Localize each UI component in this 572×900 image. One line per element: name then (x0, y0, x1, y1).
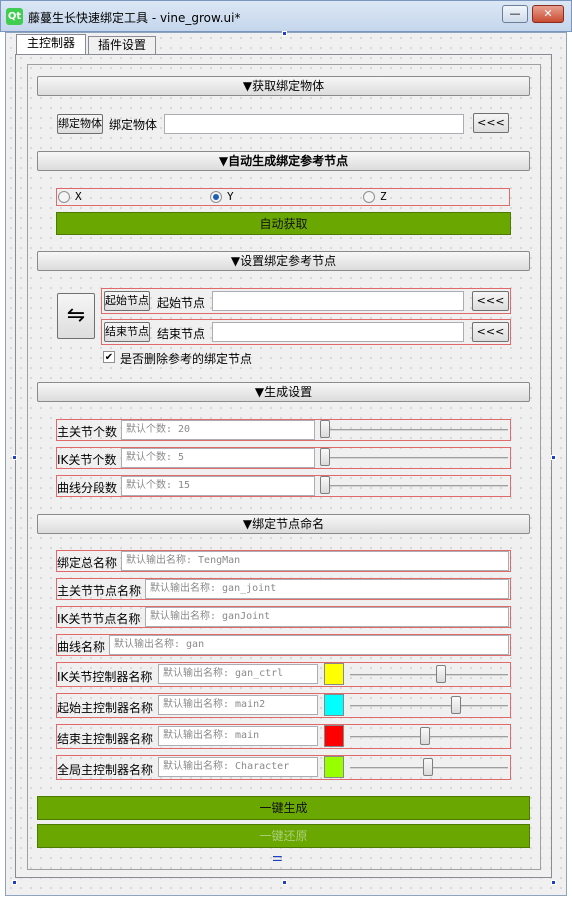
gen-row-label: 曲线分段数 (57, 481, 118, 495)
bind-object-input[interactable] (164, 114, 464, 134)
section-gen-settings-header[interactable]: ▼生成设置 (37, 382, 530, 402)
end-node-input[interactable] (212, 322, 464, 342)
end-node-button[interactable]: 结束节点 (104, 322, 150, 342)
gen-row-slider-handle[interactable] (320, 476, 330, 494)
ctrl-color-swatch[interactable] (324, 756, 344, 778)
gen-row-slider-track[interactable] (322, 457, 508, 459)
delete-ref-label: 是否删除参考的绑定节点 (120, 352, 253, 366)
generate-button[interactable]: 一键生成 (37, 796, 530, 820)
window-title: 藤蔓生长快速绑定工具 - vine_grow.ui* (28, 11, 241, 25)
ctrl-slider-handle[interactable] (450, 696, 461, 714)
tab-plugin-settings[interactable]: 插件设置 (88, 36, 156, 54)
naming-row-input[interactable]: 默认输出名称: TengMan (121, 551, 509, 571)
close-button[interactable]: ✕ (532, 5, 564, 23)
qt-logo-icon: Qt (6, 8, 23, 25)
resize-handle-right[interactable] (551, 455, 556, 460)
start-node-input[interactable] (212, 291, 464, 311)
bind-object-pick-button[interactable]: <<< (473, 113, 509, 133)
ctrl-row-label: 结束主控制器名称 (57, 732, 154, 746)
ctrl-row-input[interactable]: 默认输出名称: gan_ctrl (158, 664, 318, 684)
naming-row-label: 曲线名称 (57, 640, 106, 654)
ctrl-row-label: IK关节控制器名称 (57, 670, 153, 684)
section-naming-header[interactable]: ▼绑定节点命名 (37, 514, 530, 534)
gen-row-input[interactable]: 默认个数: 15 (121, 476, 315, 496)
ctrl-color-swatch[interactable] (324, 694, 344, 716)
naming-row-input[interactable]: 默认输出名称: gan_joint (145, 579, 509, 599)
ctrl-row-input[interactable]: 默认输出名称: Character (158, 757, 318, 777)
resize-handle-bottom[interactable] (282, 880, 287, 885)
ctrl-slider-handle[interactable] (435, 665, 446, 683)
start-node-label: 起始节点 (157, 296, 206, 310)
resize-handle-left[interactable] (12, 455, 17, 460)
gen-row-input[interactable]: 默认个数: 5 (121, 448, 315, 468)
axis-y-radio[interactable] (210, 191, 222, 203)
gen-row-label: IK关节个数 (57, 453, 117, 467)
resize-handle-top[interactable] (282, 31, 287, 36)
naming-row-input[interactable]: 默认输出名称: ganJoint (145, 607, 509, 627)
axis-z-label: Z (380, 190, 387, 203)
gen-row-slider-track[interactable] (322, 429, 508, 431)
gen-row-slider-track[interactable] (322, 485, 508, 487)
bind-object-label: 绑定物体 (109, 118, 158, 132)
resize-handle-bottom-left[interactable] (12, 880, 17, 885)
ctrl-row-label: 起始主控制器名称 (57, 701, 154, 715)
swap-icon[interactable]: ⇋ (57, 293, 95, 339)
tab-main-controller[interactable]: 主控制器 (16, 34, 86, 55)
minimize-button[interactable]: — (502, 5, 528, 23)
ctrl-slider-track[interactable] (350, 674, 508, 676)
section-auto-ref-header[interactable]: ▼自动生成绑定参考节点 (37, 151, 530, 171)
delete-ref-checkbox[interactable]: ✔ (103, 351, 115, 363)
gen-row-input[interactable]: 默认个数: 20 (121, 420, 315, 440)
gen-row-label: 主关节个数 (57, 425, 118, 439)
restore-button[interactable]: 一键还原 (37, 824, 530, 848)
ctrl-color-swatch[interactable] (324, 663, 344, 685)
ctrl-row-input[interactable]: 默认输出名称: main2 (158, 695, 318, 715)
ctrl-slider-handle[interactable] (422, 758, 433, 776)
ctrl-color-swatch[interactable] (324, 725, 344, 747)
section-set-ref-header[interactable]: ▼设置绑定参考节点 (37, 251, 530, 271)
bind-object-button[interactable]: 绑定物体 (57, 114, 103, 134)
gen-row-slider-handle[interactable] (320, 420, 330, 438)
layout-handle-icon[interactable]: ⚌ (272, 850, 283, 864)
ctrl-row-label: 全局主控制器名称 (57, 763, 154, 777)
axis-x-label: X (75, 190, 82, 203)
axis-x-radio[interactable] (58, 191, 70, 203)
naming-row-label: IK关节节点名称 (57, 612, 141, 626)
naming-row-label: 主关节节点名称 (57, 584, 142, 598)
section-get-object-header[interactable]: ▼获取绑定物体 (37, 76, 530, 96)
axis-radio-group (56, 188, 510, 206)
ctrl-row-input[interactable]: 默认输出名称: main (158, 726, 318, 746)
start-node-button[interactable]: 起始节点 (104, 291, 150, 311)
auto-get-button[interactable]: 自动获取 (56, 212, 511, 235)
axis-z-radio[interactable] (363, 191, 375, 203)
naming-row-label: 绑定总名称 (57, 556, 118, 570)
naming-row-input[interactable]: 默认输出名称: gan (109, 635, 509, 655)
axis-y-label: Y (227, 190, 234, 203)
end-node-label: 结束节点 (157, 327, 206, 341)
ctrl-slider-handle[interactable] (419, 727, 430, 745)
resize-handle-bottom-right[interactable] (551, 880, 556, 885)
start-node-pick-button[interactable]: <<< (472, 291, 509, 311)
end-node-pick-button[interactable]: <<< (472, 322, 509, 342)
gen-row-slider-handle[interactable] (320, 448, 330, 466)
ctrl-slider-track[interactable] (350, 705, 508, 707)
